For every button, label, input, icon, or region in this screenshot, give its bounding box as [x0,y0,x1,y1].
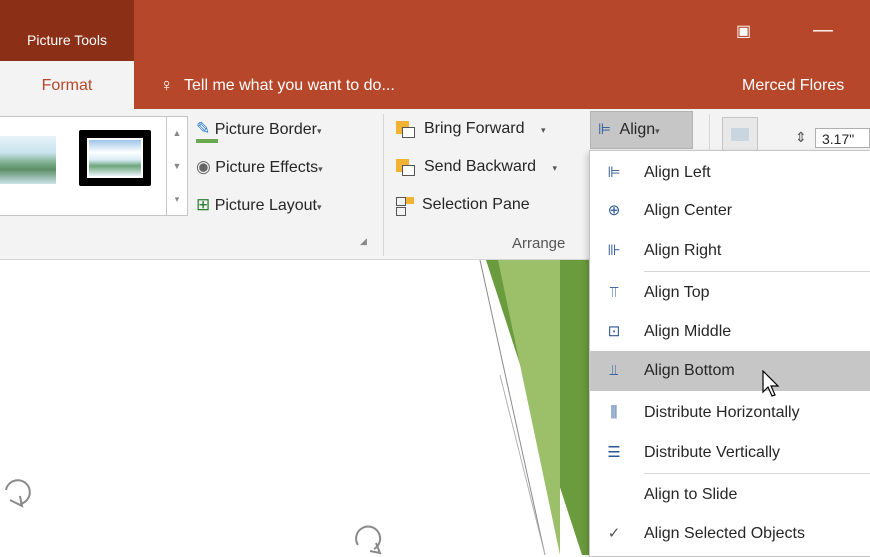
chevron-down-icon: ▾ [552,163,558,173]
align-center-icon: ⊕ [607,202,621,219]
align-button-content: ⊫ Align▾ [598,119,660,142]
menu-separator [644,473,870,474]
menu-item-label: Align Right [644,242,722,259]
menu-item-label: Align Middle [644,323,732,340]
picture-style-thumbnail-image [87,138,143,178]
gallery-scroll-up-icon[interactable]: ▲ [167,117,187,149]
checkmark-icon: ✓ [607,525,621,542]
picture-style-thumbnail[interactable] [0,136,56,184]
chevron-down-icon: ▾ [540,125,546,135]
menu-item-align-to-slide[interactable]: Align to Slide [590,475,870,515]
menu-item-label: Align Selected Objects [644,525,805,542]
arrange-group-label: Arrange [512,235,566,252]
selection-pane-button[interactable]: Selection Pane [396,194,530,216]
menu-separator [644,271,870,272]
menu-item-label: Align Center [644,202,733,219]
chevron-down-icon: ▾ [655,126,660,136]
picture-tools-label: Picture Tools [27,32,107,48]
menu-item-align-bottom[interactable]: ⫫ Align Bottom [590,351,870,391]
chevron-down-icon: ▾ [316,126,322,136]
menu-item-label: Distribute Vertically [644,444,781,461]
align-top-icon: ⫪ [609,284,619,301]
slide-canvas [5,260,590,555]
group-divider [383,114,384,256]
user-account-name[interactable]: Merced Flores [742,76,844,96]
align-label: Align [619,121,656,138]
send-backward-label: Send Backward [424,158,537,175]
border-color-swatch [196,139,218,143]
align-dropdown-menu: ⊫ Align Left ⊕ Align Center ⊪ Align Righ… [589,150,870,557]
ribbon-display-options-icon[interactable]: ▣ [736,24,751,40]
selection-pane-icon [396,197,406,206]
align-bottom-icon: ⫫ [609,362,619,379]
menu-item-label: Align to Slide [644,486,738,503]
align-left-icon: ⊫ [598,121,612,138]
chevron-down-icon: ▾ [316,202,322,212]
align-left-icon: ⊫ [607,164,621,181]
picture-layout-label: Picture Layout [214,197,317,214]
picture-effects-button[interactable]: ◉ Picture Effects▾ [196,156,323,180]
menu-item-label: Distribute Horizontally [644,404,800,421]
rotate-handle-icon[interactable] [355,525,382,555]
gallery-scrollbar[interactable]: ▲ ▼ ▾ [166,116,188,216]
shape-height-input[interactable]: 3.17" [815,128,870,148]
chevron-down-icon: ▾ [318,164,323,174]
dialog-launcher-icon[interactable]: ◢ [360,236,367,247]
selection-pane-icon-highlight [406,197,414,204]
send-backward-icon-front [402,165,415,176]
menu-item-align-top[interactable]: ⫪ Align Top [590,273,870,313]
picture-layout-button[interactable]: ⊞ Picture Layout▾ [196,194,322,218]
send-backward-button[interactable]: Send Backward ▾ [396,156,557,179]
picture-effects-icon: ◉ [196,157,211,176]
distribute-vertically-icon: ☰ [607,444,621,461]
menu-item-label: Align Bottom [644,362,735,379]
menu-item-align-center[interactable]: ⊕ Align Center [590,191,870,231]
gallery-more-icon[interactable]: ▾ [167,183,187,215]
menu-item-distribute-horizontally[interactable]: ⫼ Distribute Horizontally [590,393,870,433]
picture-layout-icon: ⊞ [196,195,211,214]
crop-icon[interactable] [722,117,758,153]
bring-forward-button[interactable]: Bring Forward ▾ [396,118,545,141]
minimize-button[interactable]: — [813,20,833,40]
menu-item-align-right[interactable]: ⊪ Align Right [590,231,870,271]
picture-border-icon: ✎ [196,119,211,138]
tab-format-label: Format [41,77,93,94]
menu-item-label: Align Top [644,284,710,301]
selection-pane-label: Selection Pane [422,196,530,213]
selection-pane-icon-part [396,207,406,216]
distribute-horizontally-icon: ⫼ [610,404,618,421]
picture-border-label: Picture Border [214,121,317,138]
tell-me-search-box[interactable]: Tell me what you want to do... [184,76,395,96]
menu-item-align-left[interactable]: ⊫ Align Left [590,153,870,193]
gallery-scroll-down-icon[interactable]: ▼ [167,150,187,182]
menu-item-label: Align Left [644,164,711,181]
bring-forward-label: Bring Forward [424,120,525,137]
lightbulb-icon: ♀ [160,75,174,95]
mouse-cursor-icon [762,370,780,397]
align-middle-icon: ⊡ [607,323,621,340]
menu-item-align-selected-objects[interactable]: ✓ Align Selected Objects [590,514,870,554]
rotate-handle-icon[interactable] [5,479,31,508]
menu-item-distribute-vertically[interactable]: ☰ Distribute Vertically [590,433,870,473]
bring-forward-icon-back [402,127,415,138]
shape-height-icon: ⇕ [795,129,807,145]
menu-item-align-middle[interactable]: ⊡ Align Middle [590,312,870,352]
align-right-icon: ⊪ [607,242,621,259]
picture-effects-label: Picture Effects [215,159,319,176]
